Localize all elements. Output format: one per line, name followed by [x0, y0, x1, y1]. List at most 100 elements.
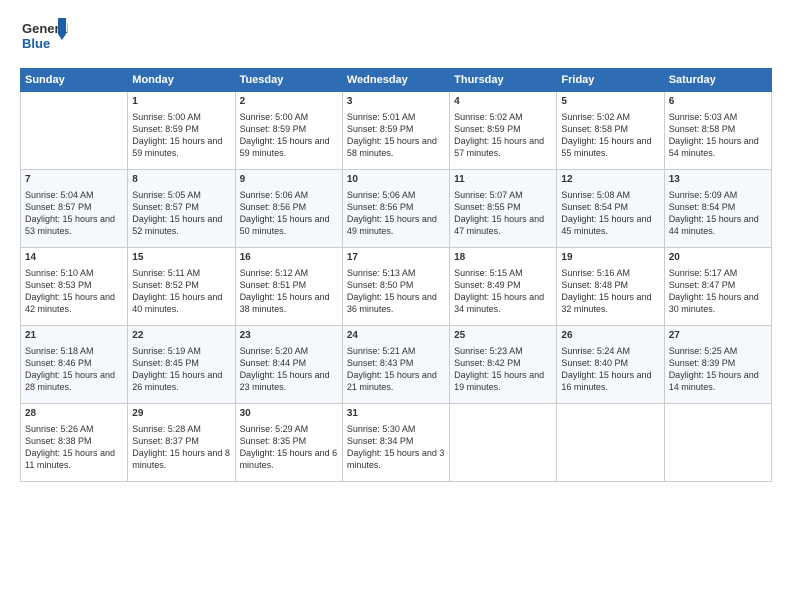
- day-number: 21: [25, 329, 123, 343]
- calendar-cell: 17 Sunrise: 5:13 AM Sunset: 8:50 PM Dayli…: [342, 248, 449, 326]
- day-number: 24: [347, 329, 445, 343]
- generalblue-logo: General Blue: [20, 16, 68, 60]
- day-number: 18: [454, 251, 552, 265]
- calendar-row-1: 1 Sunrise: 5:00 AM Sunset: 8:59 PM Daylig…: [21, 92, 772, 170]
- calendar-cell: 9 Sunrise: 5:06 AM Sunset: 8:56 PM Daylig…: [235, 170, 342, 248]
- col-tuesday: Tuesday: [235, 69, 342, 92]
- calendar-cell: 3 Sunrise: 5:01 AM Sunset: 8:59 PM Daylig…: [342, 92, 449, 170]
- day-number: 29: [132, 407, 230, 421]
- day-number: 10: [347, 173, 445, 187]
- calendar-cell: 5Sunrise: 5:02 AM Sunset: 8:58 PM Daylig…: [557, 92, 664, 170]
- cell-content: Sunrise: 5:19 AM Sunset: 8:45 PM Dayligh…: [132, 345, 230, 394]
- day-number: 5: [561, 95, 659, 109]
- col-sunday: Sunday: [21, 69, 128, 92]
- day-number: 1: [132, 95, 230, 109]
- cell-content: Sunrise: 5:06 AM Sunset: 8:56 PM Dayligh…: [240, 189, 338, 238]
- calendar-cell: 30 Sunrise: 5:29 AM Sunset: 8:35 PM Dayli…: [235, 404, 342, 482]
- day-number: 22: [132, 329, 230, 343]
- calendar-cell: 13 Sunrise: 5:09 AM Sunset: 8:54 PM Dayli…: [664, 170, 771, 248]
- cell-content: Sunrise: 5:26 AM Sunset: 8:38 PM Dayligh…: [25, 423, 123, 472]
- calendar-cell: 29 Sunrise: 5:28 AM Sunset: 8:37 PM Dayli…: [128, 404, 235, 482]
- col-monday: Monday: [128, 69, 235, 92]
- cell-content: Sunrise: 5:18 AM Sunset: 8:46 PM Dayligh…: [25, 345, 123, 394]
- cell-content: Sunrise: 5:03 AM Sunset: 8:58 PM Dayligh…: [669, 111, 767, 160]
- cell-content: Sunrise: 5:01 AM Sunset: 8:59 PM Dayligh…: [347, 111, 445, 160]
- day-number: 6: [669, 95, 767, 109]
- day-number: 8: [132, 173, 230, 187]
- day-number: 9: [240, 173, 338, 187]
- calendar-cell: 10Sunrise: 5:06 AM Sunset: 8:56 PM Dayli…: [342, 170, 449, 248]
- cell-content: Sunrise: 5:08 AM Sunset: 8:54 PM Dayligh…: [561, 189, 659, 238]
- cell-content: Sunrise: 5:25 AM Sunset: 8:39 PM Dayligh…: [669, 345, 767, 394]
- calendar-cell: 21 Sunrise: 5:18 AM Sunset: 8:46 PM Dayli…: [21, 326, 128, 404]
- calendar-row-5: 28Sunrise: 5:26 AM Sunset: 8:38 PM Dayli…: [21, 404, 772, 482]
- calendar-table: Sunday Monday Tuesday Wednesday Thursday…: [20, 68, 772, 482]
- calendar-cell: 11 Sunrise: 5:07 AM Sunset: 8:55 PM Dayli…: [450, 170, 557, 248]
- day-number: 13: [669, 173, 767, 187]
- cell-content: Sunrise: 5:10 AM Sunset: 8:53 PM Dayligh…: [25, 267, 123, 316]
- calendar-cell: 20 Sunrise: 5:17 AM Sunset: 8:47 PM Dayli…: [664, 248, 771, 326]
- day-number: 11: [454, 173, 552, 187]
- svg-text:Blue: Blue: [22, 36, 50, 51]
- col-saturday: Saturday: [664, 69, 771, 92]
- day-number: 4: [454, 95, 552, 109]
- cell-content: Sunrise: 5:07 AM Sunset: 8:55 PM Dayligh…: [454, 189, 552, 238]
- col-friday: Friday: [557, 69, 664, 92]
- calendar-cell: [21, 92, 128, 170]
- calendar-cell: 31 Sunrise: 5:30 AM Sunset: 8:34 PM Dayli…: [342, 404, 449, 482]
- day-number: 23: [240, 329, 338, 343]
- calendar-header-row: Sunday Monday Tuesday Wednesday Thursday…: [21, 69, 772, 92]
- logo: General Blue: [20, 16, 68, 60]
- cell-content: Sunrise: 5:20 AM Sunset: 8:44 PM Dayligh…: [240, 345, 338, 394]
- cell-content: Sunrise: 5:29 AM Sunset: 8:35 PM Dayligh…: [240, 423, 338, 472]
- cell-content: Sunrise: 5:13 AM Sunset: 8:50 PM Dayligh…: [347, 267, 445, 316]
- day-number: 30: [240, 407, 338, 421]
- calendar-cell: 15 Sunrise: 5:11 AM Sunset: 8:52 PM Dayli…: [128, 248, 235, 326]
- calendar-cell: 22 Sunrise: 5:19 AM Sunset: 8:45 PM Dayli…: [128, 326, 235, 404]
- day-number: 2: [240, 95, 338, 109]
- cell-content: Sunrise: 5:12 AM Sunset: 8:51 PM Dayligh…: [240, 267, 338, 316]
- cell-content: Sunrise: 5:00 AM Sunset: 8:59 PM Dayligh…: [240, 111, 338, 160]
- calendar-cell: 7 Sunrise: 5:04 AM Sunset: 8:57 PM Daylig…: [21, 170, 128, 248]
- calendar-cell: 18Sunrise: 5:15 AM Sunset: 8:49 PM Dayli…: [450, 248, 557, 326]
- cell-content: Sunrise: 5:17 AM Sunset: 8:47 PM Dayligh…: [669, 267, 767, 316]
- day-number: 3: [347, 95, 445, 109]
- calendar-cell: 4Sunrise: 5:02 AM Sunset: 8:59 PM Daylig…: [450, 92, 557, 170]
- calendar-cell: 26 Sunrise: 5:24 AM Sunset: 8:40 PM Dayli…: [557, 326, 664, 404]
- cell-content: Sunrise: 5:28 AM Sunset: 8:37 PM Dayligh…: [132, 423, 230, 472]
- calendar-cell: 27 Sunrise: 5:25 AM Sunset: 8:39 PM Dayli…: [664, 326, 771, 404]
- calendar-cell: 16Sunrise: 5:12 AM Sunset: 8:51 PM Dayli…: [235, 248, 342, 326]
- col-wednesday: Wednesday: [342, 69, 449, 92]
- day-number: 25: [454, 329, 552, 343]
- calendar-row-2: 7 Sunrise: 5:04 AM Sunset: 8:57 PM Daylig…: [21, 170, 772, 248]
- calendar-cell: [664, 404, 771, 482]
- day-number: 7: [25, 173, 123, 187]
- day-number: 15: [132, 251, 230, 265]
- day-number: 19: [561, 251, 659, 265]
- cell-content: Sunrise: 5:24 AM Sunset: 8:40 PM Dayligh…: [561, 345, 659, 394]
- day-number: 14: [25, 251, 123, 265]
- day-number: 17: [347, 251, 445, 265]
- calendar-cell: 6 Sunrise: 5:03 AM Sunset: 8:58 PM Daylig…: [664, 92, 771, 170]
- calendar-cell: 28Sunrise: 5:26 AM Sunset: 8:38 PM Dayli…: [21, 404, 128, 482]
- calendar-cell: 23 Sunrise: 5:20 AM Sunset: 8:44 PM Dayli…: [235, 326, 342, 404]
- cell-content: Sunrise: 5:05 AM Sunset: 8:57 PM Dayligh…: [132, 189, 230, 238]
- col-thursday: Thursday: [450, 69, 557, 92]
- day-number: 31: [347, 407, 445, 421]
- day-number: 20: [669, 251, 767, 265]
- calendar-page: General Blue Sunday Monday Tuesday Wedne…: [0, 0, 792, 612]
- cell-content: Sunrise: 5:04 AM Sunset: 8:57 PM Dayligh…: [25, 189, 123, 238]
- cell-content: Sunrise: 5:11 AM Sunset: 8:52 PM Dayligh…: [132, 267, 230, 316]
- calendar-cell: [557, 404, 664, 482]
- calendar-cell: 25 Sunrise: 5:23 AM Sunset: 8:42 PM Dayli…: [450, 326, 557, 404]
- cell-content: Sunrise: 5:30 AM Sunset: 8:34 PM Dayligh…: [347, 423, 445, 472]
- cell-content: Sunrise: 5:21 AM Sunset: 8:43 PM Dayligh…: [347, 345, 445, 394]
- day-number: 27: [669, 329, 767, 343]
- cell-content: Sunrise: 5:23 AM Sunset: 8:42 PM Dayligh…: [454, 345, 552, 394]
- cell-content: Sunrise: 5:09 AM Sunset: 8:54 PM Dayligh…: [669, 189, 767, 238]
- cell-content: Sunrise: 5:16 AM Sunset: 8:48 PM Dayligh…: [561, 267, 659, 316]
- day-number: 26: [561, 329, 659, 343]
- calendar-cell: 19 Sunrise: 5:16 AM Sunset: 8:48 PM Dayli…: [557, 248, 664, 326]
- cell-content: Sunrise: 5:00 AM Sunset: 8:59 PM Dayligh…: [132, 111, 230, 160]
- header: General Blue: [20, 16, 772, 60]
